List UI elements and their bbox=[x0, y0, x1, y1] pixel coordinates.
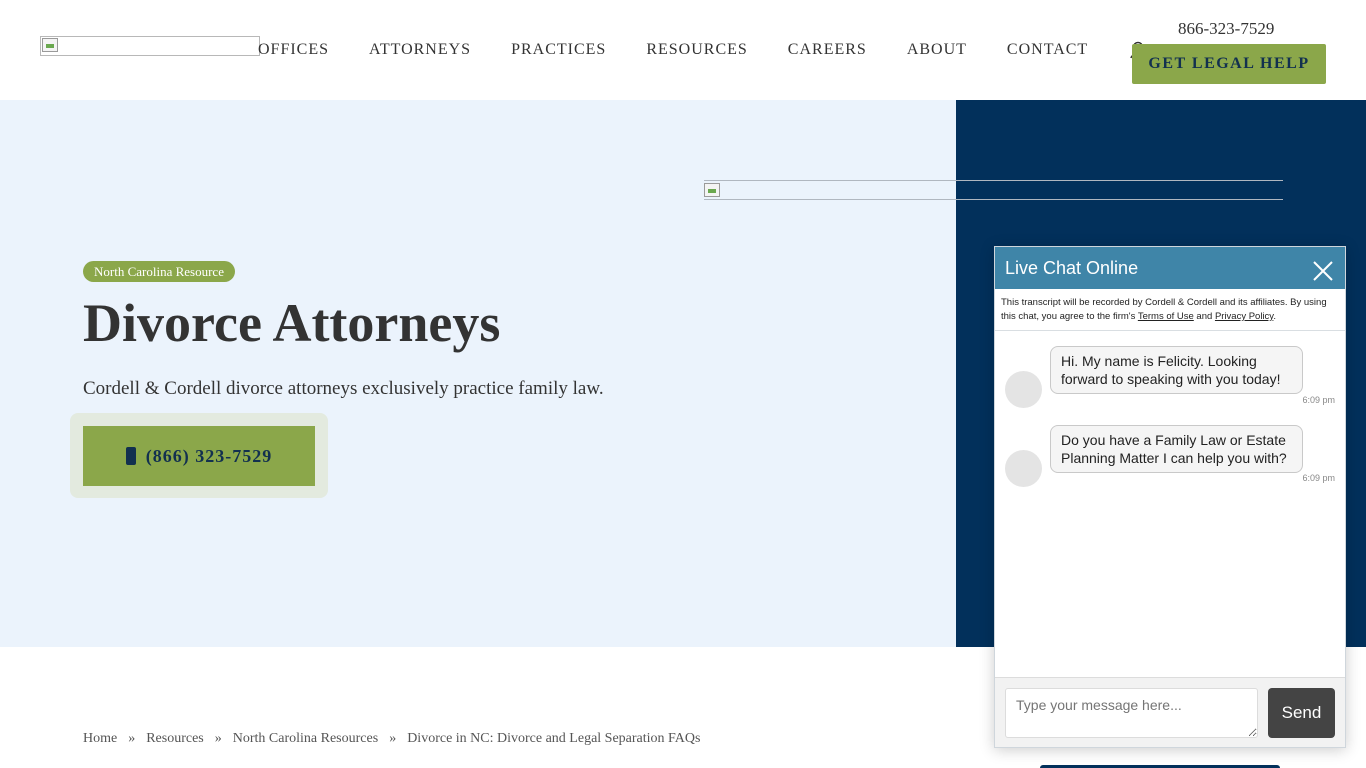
agent-avatar bbox=[1005, 450, 1042, 487]
nav-careers[interactable]: CAREERS bbox=[788, 40, 867, 60]
close-icon[interactable] bbox=[1312, 260, 1334, 282]
nav-offices[interactable]: OFFICES bbox=[258, 40, 329, 60]
page-title: Divorce Attorneys bbox=[83, 293, 501, 353]
breadcrumb-current: Divorce in NC: Divorce and Legal Separat… bbox=[407, 731, 701, 746]
breadcrumb-nc-resources[interactable]: North Carolina Resources bbox=[233, 731, 378, 747]
nav-contact[interactable]: CONTACT bbox=[1007, 40, 1088, 60]
resource-badge: North Carolina Resource bbox=[83, 261, 235, 282]
chat-message-input[interactable] bbox=[1005, 688, 1258, 738]
nav-practices[interactable]: PRACTICES bbox=[511, 40, 606, 60]
breadcrumb: Home » Resources » North Carolina Resour… bbox=[83, 731, 700, 747]
chat-title: Live Chat Online bbox=[1005, 258, 1139, 278]
nav-attorneys[interactable]: ATTORNEYS bbox=[369, 40, 471, 60]
chat-recording-notice: This transcript will be recorded by Cord… bbox=[1001, 296, 1335, 324]
breadcrumb-separator: » bbox=[214, 731, 222, 746]
site-header: OFFICES ATTORNEYS PRACTICES RESOURCES CA… bbox=[0, 0, 1366, 100]
site-logo[interactable] bbox=[40, 36, 260, 56]
nav-resources[interactable]: RESOURCES bbox=[646, 40, 747, 60]
chat-message: Hi. My name is Felicity. Looking forward… bbox=[1050, 346, 1303, 394]
broken-image-icon bbox=[704, 183, 720, 197]
broken-image-icon bbox=[42, 38, 58, 52]
call-phone-button[interactable]: (866) 323-7529 bbox=[83, 426, 315, 486]
phone-icon bbox=[125, 447, 136, 465]
chat-header: Live Chat Online bbox=[995, 247, 1345, 289]
header-phone-link[interactable]: 866-323-7529 bbox=[1178, 19, 1274, 39]
chat-divider bbox=[995, 330, 1345, 331]
terms-of-use-link[interactable]: Terms of Use bbox=[1138, 311, 1194, 322]
chat-input-area: Send bbox=[995, 677, 1345, 747]
live-chat-widget: Live Chat Online This transcript will be… bbox=[994, 246, 1346, 748]
send-button[interactable]: Send bbox=[1268, 688, 1335, 738]
nav-about[interactable]: ABOUT bbox=[907, 40, 967, 60]
chat-notice-end: . bbox=[1273, 311, 1276, 322]
message-timestamp: 6:09 pm bbox=[1302, 395, 1335, 405]
breadcrumb-resources[interactable]: Resources bbox=[146, 731, 204, 747]
chat-message: Do you have a Family Law or Estate Plann… bbox=[1050, 425, 1303, 473]
hero-subtitle: Cordell & Cordell divorce attorneys excl… bbox=[83, 378, 604, 399]
breadcrumb-separator: » bbox=[128, 731, 136, 746]
message-timestamp: 6:09 pm bbox=[1302, 473, 1335, 483]
call-phone-label: (866) 323-7529 bbox=[145, 445, 273, 466]
agent-avatar bbox=[1005, 371, 1042, 408]
main-nav: OFFICES ATTORNEYS PRACTICES RESOURCES CA… bbox=[258, 40, 1088, 60]
breadcrumb-separator: » bbox=[389, 731, 397, 746]
hero-image bbox=[704, 180, 1283, 200]
privacy-policy-link[interactable]: Privacy Policy bbox=[1215, 311, 1273, 322]
chat-notice-and: and bbox=[1193, 311, 1215, 322]
get-legal-help-button[interactable]: GET LEGAL HELP bbox=[1132, 44, 1326, 84]
breadcrumb-home[interactable]: Home bbox=[83, 731, 117, 747]
